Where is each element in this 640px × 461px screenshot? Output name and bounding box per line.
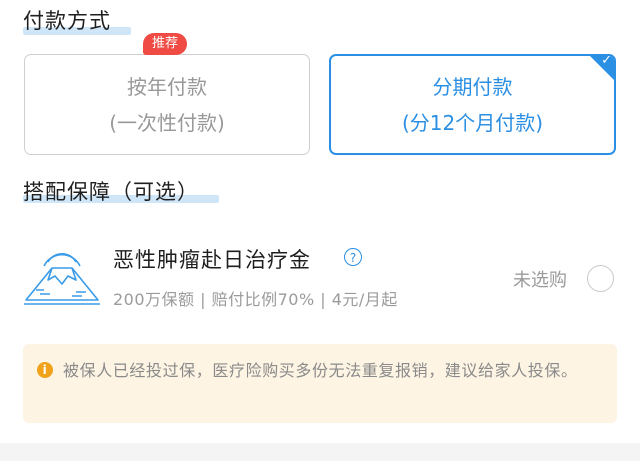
addon-name: 恶性肿瘤赴日治疗金 (113, 248, 311, 272)
info-icon: i (37, 362, 53, 378)
addon-status-label: 未选购 (513, 270, 567, 291)
bottom-divider-band (0, 443, 640, 461)
help-icon[interactable]: ? (344, 248, 362, 266)
notice-text: 被保人已经投过保，医疗险购买多份无法重复报销，建议给家人投保。 (63, 361, 578, 380)
annual-payment-sublabel: (一次性付款) (109, 110, 225, 135)
installment-payment-label: 分期付款 (432, 74, 513, 99)
notice-box: i 被保人已经投过保，医疗险购买多份无法重复报销，建议给家人投保。 (23, 344, 617, 423)
checkmark-icon: ✓ (601, 54, 612, 68)
annual-payment-option[interactable]: 按年付款 (一次性付款) (24, 54, 310, 155)
mount-fuji-icon (24, 253, 100, 305)
recommend-badge: 推荐 (143, 33, 188, 55)
addons-section-title: 搭配保障（可选） (23, 180, 199, 204)
payment-section-title: 付款方式 (23, 9, 111, 33)
addon-select-radio[interactable] (587, 265, 614, 292)
installment-payment-sublabel: (分12个月付款) (401, 110, 544, 135)
addon-description: 200万保额 | 赔付比例70% | 4元/月起 (113, 290, 398, 309)
installment-payment-option[interactable]: ✓ 分期付款 (分12个月付款) (329, 54, 616, 155)
annual-payment-label: 按年付款 (127, 74, 207, 99)
